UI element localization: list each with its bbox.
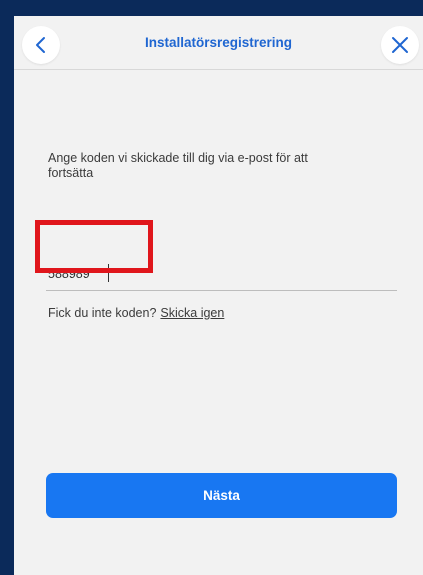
instruction-text: Ange koden vi skickade till dig via e-po… <box>48 151 308 180</box>
chevron-left-icon <box>36 37 45 53</box>
app-screen: Installatörsregistrering Ange koden vi s… <box>14 16 423 575</box>
close-icon <box>392 37 408 53</box>
resend-link[interactable]: Skicka igen <box>160 306 224 320</box>
next-button[interactable]: Nästa <box>46 473 397 518</box>
back-button[interactable] <box>22 26 60 64</box>
resend-prompt: Fick du inte koden? <box>48 306 157 320</box>
resend-row: Fick du inte koden? Skicka igen <box>48 306 224 320</box>
page-title: Installatörsregistrering <box>144 35 293 50</box>
highlight-annotation-box <box>35 220 153 273</box>
close-button[interactable] <box>381 26 419 64</box>
header-bar: Installatörsregistrering <box>14 16 423 70</box>
